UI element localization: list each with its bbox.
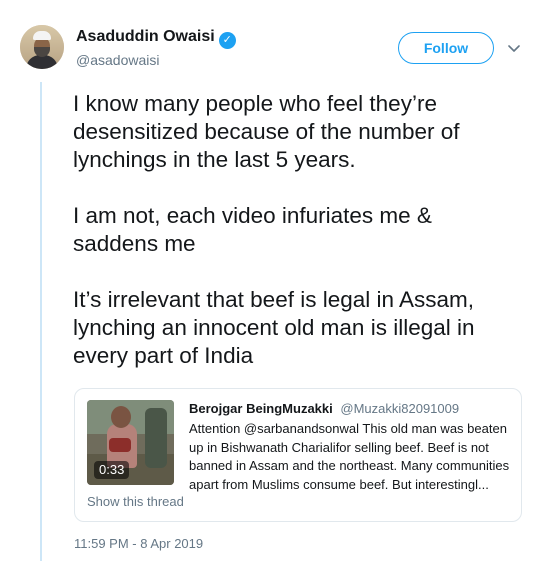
tweet-paragraph: I know many people who feel they’re dese… <box>73 91 460 172</box>
thumbnail-head <box>111 406 131 428</box>
thread-connector-line <box>40 82 42 561</box>
follow-button[interactable]: Follow <box>398 32 494 64</box>
tweet-paragraph: I am not, each video infuriates me & sad… <box>73 203 432 256</box>
author-name-row[interactable]: Asaduddin Owaisi ✓ <box>76 28 236 49</box>
thumbnail-bystander <box>145 408 167 468</box>
avatar-cap <box>33 31 51 40</box>
author-name[interactable]: Asaduddin Owaisi <box>76 28 215 45</box>
tweet-header: Asaduddin Owaisi ✓ @asadowaisi Follow <box>20 22 530 72</box>
quoted-author-handle[interactable]: @Muzakki82091009 <box>340 401 459 416</box>
quoted-tweet-card[interactable]: 0:33 Berojgar BeingMuzakki @Muzakki82091… <box>74 388 522 522</box>
author-handle[interactable]: @asadowaisi <box>76 52 159 68</box>
author-avatar[interactable] <box>20 25 64 69</box>
chevron-down-icon[interactable] <box>506 40 522 56</box>
show-thread-link[interactable]: Show this thread <box>87 494 184 509</box>
video-duration-badge: 0:33 <box>94 461 130 479</box>
quoted-tweet-text: Attention @sarbanandsonwal This old man … <box>189 421 510 492</box>
video-thumbnail[interactable]: 0:33 <box>87 400 174 485</box>
thumbnail-stain <box>109 438 131 452</box>
verified-badge-icon: ✓ <box>218 32 236 49</box>
tweet-timestamp[interactable]: 11:59 PM - 8 Apr 2019 <box>74 536 203 551</box>
tweet-body: I know many people who feel they’re dese… <box>73 90 523 398</box>
quoted-author-name[interactable]: Berojgar BeingMuzakki <box>189 401 333 416</box>
tweet-paragraph: It’s irrelevant that beef is legal in As… <box>73 287 475 368</box>
quoted-author-row[interactable]: Berojgar BeingMuzakki @Muzakki82091009 <box>189 401 459 416</box>
